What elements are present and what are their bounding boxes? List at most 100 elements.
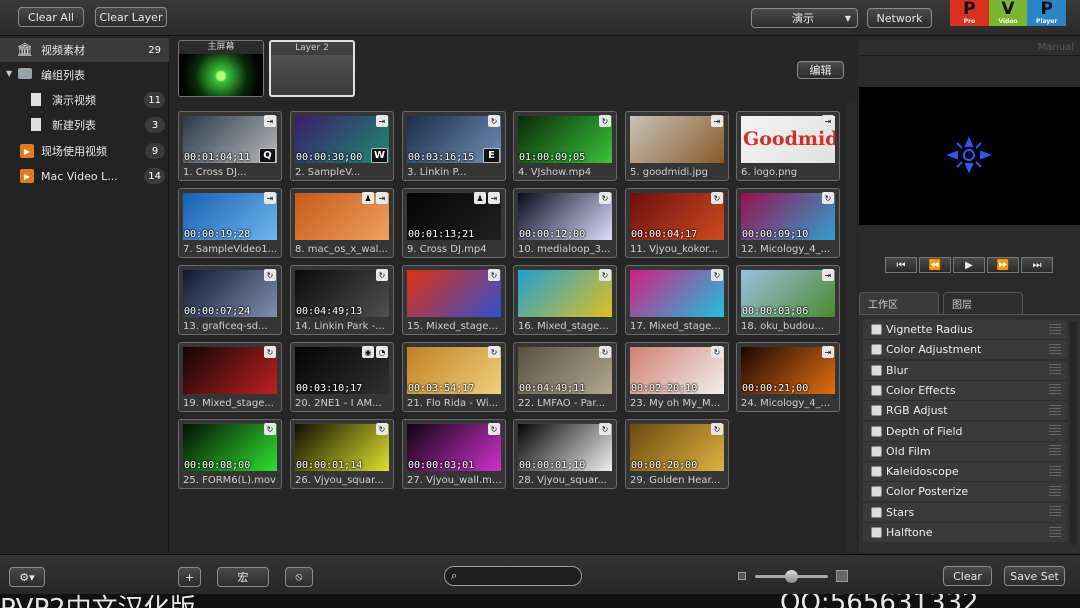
effect-item[interactable]: Old Film: [863, 441, 1067, 461]
media-clip[interactable]: ↻ 00:02:20;10 23. My oh My_M...: [625, 342, 729, 412]
clip-thumbnail: Goodmidi: [741, 116, 835, 163]
media-clip[interactable]: ◉ ◔ 00:03:10;17 20. 2NE1 - I AM...: [290, 342, 394, 412]
media-clip[interactable]: ⇥ 00:01:04;11 Q 1. Cross DJ...: [178, 111, 282, 181]
effect-item[interactable]: Vignette Radius: [863, 320, 1067, 339]
effect-checkbox[interactable]: [871, 344, 882, 356]
media-clip[interactable]: ↻ 00:00:09;10 12. Micology_4_...: [736, 188, 840, 258]
effect-checkbox[interactable]: [871, 384, 882, 396]
effect-item[interactable]: Color Adjustment: [863, 340, 1067, 360]
add-button[interactable]: +: [178, 567, 201, 587]
disclosure-triangle-icon[interactable]: ▼: [6, 69, 12, 78]
drag-handle-icon[interactable]: [1049, 404, 1061, 417]
thumbnail-size-slider[interactable]: [755, 570, 828, 583]
effect-item[interactable]: Stars: [863, 502, 1067, 522]
media-clip[interactable]: ♟ ⇥ 8. mac_os_x_wal...: [290, 188, 394, 258]
media-clip[interactable]: ↻ 00:00:12;00 10. medialoop_3...: [513, 188, 617, 258]
layer-2[interactable]: Layer 2: [269, 40, 355, 97]
effect-checkbox[interactable]: [871, 506, 882, 518]
mode-select[interactable]: 演示 ▼: [751, 8, 858, 28]
media-clip[interactable]: ⇥ 00:00:03;06 18. oku_budou...: [736, 265, 840, 335]
media-clip[interactable]: ↻ 00:03:16;15 E 3. Linkin P...: [402, 111, 506, 181]
clip-caption: 6. logo.png: [741, 167, 798, 178]
skip-back-button[interactable]: ⏮: [885, 257, 917, 273]
drag-handle-icon[interactable]: [1049, 506, 1061, 519]
media-clip[interactable]: ⇥ 5. goodmidi.jpg: [625, 111, 729, 181]
media-clip[interactable]: Goodmidi⇥ 6. logo.png: [736, 111, 840, 181]
clear-all-button[interactable]: Clear All: [18, 7, 84, 27]
media-clip[interactable]: ↻ 01:00:09;05 4. VJshow.mp4: [513, 111, 617, 181]
effect-checkbox[interactable]: [871, 324, 882, 335]
media-clip[interactable]: ♟ ⇥ 00:01:13;21 9. Cross DJ.mp4: [402, 188, 506, 258]
effect-item[interactable]: Halftone: [863, 523, 1067, 542]
media-clip[interactable]: ↻ 15. Mixed_stage...: [402, 265, 506, 335]
macro-button[interactable]: 宏: [217, 567, 269, 587]
clip-caption: 5. goodmidi.jpg: [630, 167, 708, 178]
drag-handle-icon[interactable]: [1049, 445, 1061, 458]
effect-checkbox[interactable]: [871, 527, 882, 538]
effect-checkbox[interactable]: [871, 445, 882, 457]
sidebar-item[interactable]: 新建列表 3: [0, 113, 169, 137]
tab-workspace[interactable]: 工作区: [859, 292, 939, 314]
drag-handle-icon[interactable]: [1049, 343, 1061, 356]
sidebar-item[interactable]: ▶ Mac Video L... 14: [0, 164, 169, 188]
drag-handle-icon[interactable]: [1049, 364, 1061, 377]
media-clip[interactable]: ↻ 17. Mixed_stage...: [625, 265, 729, 335]
search-input[interactable]: [465, 568, 577, 584]
drag-handle-icon[interactable]: [1049, 384, 1061, 397]
effect-item[interactable]: Kaleidoscope: [863, 462, 1067, 482]
drag-handle-icon[interactable]: [1049, 425, 1061, 437]
effect-checkbox[interactable]: [871, 364, 882, 376]
effect-checkbox[interactable]: [871, 405, 882, 417]
slider-knob[interactable]: [785, 570, 798, 583]
rewind-button[interactable]: ⏪: [919, 257, 951, 273]
effect-checkbox[interactable]: [871, 466, 882, 478]
media-clip[interactable]: ⇥ 00:00:21;00 24. Micology_4_...: [736, 342, 840, 412]
search-field[interactable]: ⌕: [444, 566, 582, 586]
sidebar-item[interactable]: ▼ 编组列表: [0, 63, 169, 87]
effects-scrollbar[interactable]: [1070, 321, 1077, 545]
fast-forward-button[interactable]: ⏩: [987, 257, 1019, 273]
clear-layer-button[interactable]: Clear Layer: [95, 7, 167, 27]
drag-handle-icon[interactable]: [1049, 465, 1061, 478]
drag-handle-icon[interactable]: [1049, 485, 1061, 498]
effect-item[interactable]: Color Posterize: [863, 482, 1067, 502]
effect-item[interactable]: Depth of Field: [863, 421, 1067, 441]
clip-timecode: 00:00:30;00: [296, 152, 363, 163]
media-clip[interactable]: ↻ 00:03:54;17 21. Flo Rida - Wi...: [402, 342, 506, 412]
document-icon: [31, 93, 41, 106]
media-clip[interactable]: ↻ 00:00:08;00 25. FORM6(L).mov: [178, 419, 282, 489]
drag-handle-icon[interactable]: [1049, 323, 1061, 336]
drag-handle-icon[interactable]: [1049, 526, 1061, 539]
effect-checkbox[interactable]: [871, 486, 882, 498]
media-clip[interactable]: ↻ 00:00:03;01 27. Vjyou_wall.mov: [402, 419, 506, 489]
effect-item[interactable]: RGB Adjust: [863, 401, 1067, 421]
clear-button[interactable]: Clear: [943, 566, 992, 586]
sidebar-item[interactable]: ▶ 现场使用视频 9: [0, 139, 169, 163]
media-clip[interactable]: ↻ 19. Mixed_stage...: [178, 342, 282, 412]
sidebar-item[interactable]: 🏛 视频素材 29: [0, 38, 169, 62]
media-clip[interactable]: ↻ 00:00:07;24 13. graficeq-sd...: [178, 265, 282, 335]
layer-main-screen[interactable]: 主屏幕: [178, 40, 264, 97]
network-button[interactable]: Network: [867, 8, 932, 28]
save-set-button[interactable]: Save Set: [1004, 566, 1065, 586]
effect-item[interactable]: Blur: [863, 360, 1067, 380]
media-clip[interactable]: ↻ 00:00:20;00 29. Golden Hear...: [625, 419, 729, 489]
settings-gear-button[interactable]: ⚙▾: [9, 567, 45, 587]
media-clip[interactable]: ↻ 16. Mixed_stage...: [513, 265, 617, 335]
media-clip[interactable]: ↻ 00:00:01;14 26. Vjyou_squar...: [290, 419, 394, 489]
media-clip[interactable]: ↻ 00:00:04;17 11. Vjyou_kokor...: [625, 188, 729, 258]
edit-button[interactable]: 编辑: [797, 61, 844, 79]
media-clip[interactable]: ↻ 00:04:49;11 22. LMFAO - Par...: [513, 342, 617, 412]
sidebar-item[interactable]: 演示视频 11: [0, 88, 169, 112]
effect-checkbox[interactable]: [871, 425, 882, 437]
skip-forward-button[interactable]: ⏭: [1021, 257, 1053, 273]
media-clip[interactable]: ↻ 00:04:49;13 14. Linkin Park -...: [290, 265, 394, 335]
media-grid-scrollbar[interactable]: [845, 103, 857, 553]
media-clip[interactable]: ↻ 00:00:01;10 28. Vjyou_squar...: [513, 419, 617, 489]
play-button[interactable]: ▶: [953, 257, 985, 273]
media-clip[interactable]: ⇥ 00:00:19;28 7. SampleVideo1...: [178, 188, 282, 258]
tab-layers[interactable]: 图层: [943, 292, 1023, 314]
forbid-button[interactable]: ⦸: [285, 567, 313, 587]
effect-item[interactable]: Color Effects: [863, 380, 1067, 400]
media-clip[interactable]: ⇥ 00:00:30;00 W 2. SampleV...: [290, 111, 394, 181]
